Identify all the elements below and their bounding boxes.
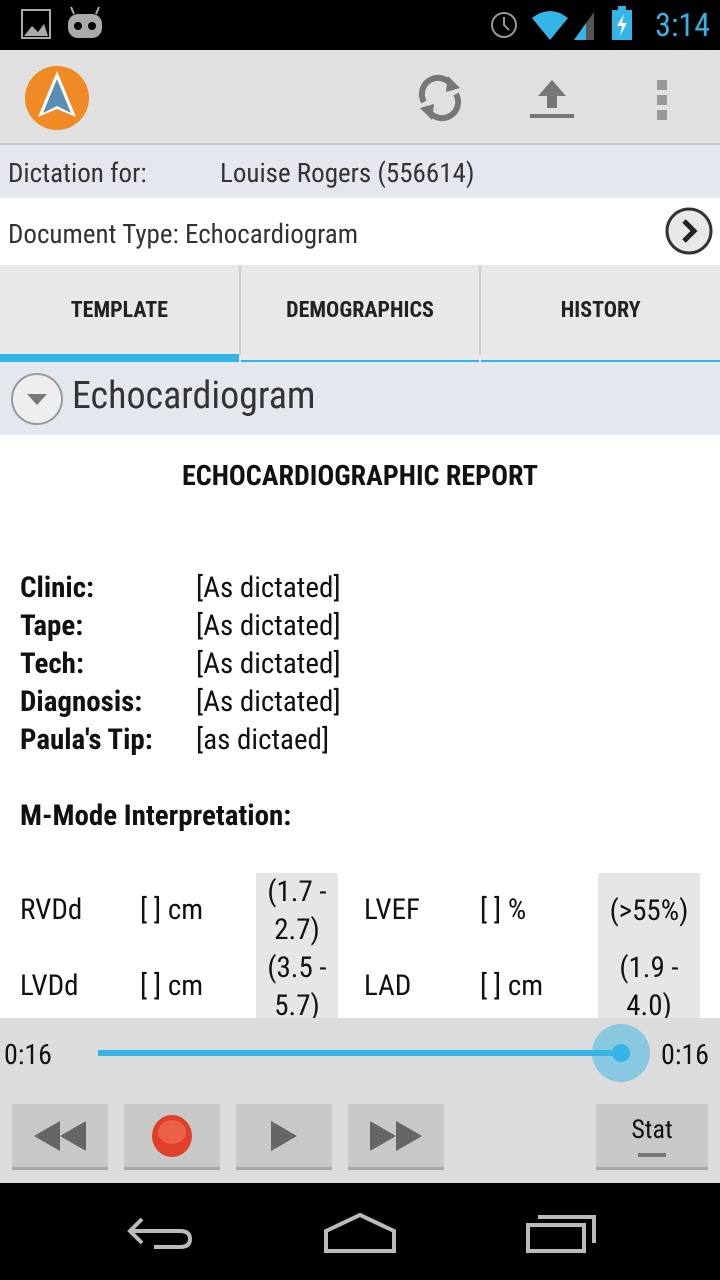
measure-value: [ ] % <box>480 893 527 927</box>
record-button[interactable] <box>124 1104 220 1170</box>
back-icon[interactable] <box>124 1213 194 1253</box>
play-icon <box>271 1120 297 1151</box>
upload-icon[interactable] <box>526 76 578 120</box>
report-content[interactable]: ECHOCARDIOGRAPHIC REPORT Clinic: [As dic… <box>0 435 720 1018</box>
record-icon <box>152 1114 192 1157</box>
field-label: Clinic: <box>20 571 94 605</box>
section-title: Echocardiogram <box>72 374 316 418</box>
rewind-icon <box>34 1120 86 1151</box>
tab-bar: TEMPLATE DEMOGRAPHICS HISTORY <box>0 265 720 362</box>
normal-range: (1.7 -2.7) <box>256 873 338 949</box>
field-label: Diagnosis: <box>20 685 143 719</box>
rewind-button[interactable] <box>12 1104 108 1170</box>
field-value: [As dictated] <box>196 571 341 605</box>
seek-thumb[interactable] <box>592 1024 650 1082</box>
seek-bar[interactable] <box>98 1050 622 1056</box>
overflow-menu-icon[interactable] <box>654 78 670 122</box>
alarm-icon <box>491 12 517 38</box>
total-time: 0:16 <box>661 1038 710 1071</box>
measure-value: [ ] cm <box>480 969 544 1003</box>
field-value: [as dictaed] <box>196 723 330 757</box>
tab-label: DEMOGRAPHICS <box>286 297 434 323</box>
stat-button[interactable]: Stat <box>596 1104 708 1170</box>
recent-apps-icon[interactable] <box>524 1211 600 1255</box>
tab-label: HISTORY <box>560 297 641 323</box>
section-header[interactable]: Echocardiogram <box>0 362 720 435</box>
mmode-heading: M-Mode Interpretation: <box>20 799 292 833</box>
navigation-bar <box>0 1183 720 1280</box>
field-value: [As dictated] <box>196 685 341 719</box>
collapse-icon[interactable] <box>10 372 64 426</box>
field-label: Tape: <box>20 609 84 643</box>
home-icon[interactable] <box>322 1211 398 1255</box>
normal-range: (1.9 -4.0) <box>598 949 700 1018</box>
measure-label: LVEF <box>364 893 420 927</box>
field-label: Paula's Tip: <box>20 723 153 757</box>
report-title: ECHOCARDIOGRAPHIC REPORT <box>182 459 538 492</box>
action-bar <box>0 50 720 145</box>
stat-label: Stat <box>631 1114 673 1145</box>
tab-history[interactable]: HISTORY <box>481 265 720 362</box>
audio-player: 0:16 0:16 Stat <box>0 1018 720 1183</box>
measure-value: [ ] cm <box>140 893 204 927</box>
clock: 3:14 <box>655 6 710 44</box>
tab-demographics[interactable]: DEMOGRAPHICS <box>240 265 482 362</box>
dictation-label: Dictation for: <box>8 157 147 189</box>
app-logo[interactable] <box>24 65 90 131</box>
cyanogen-icon <box>68 6 102 38</box>
measure-value: [ ] cm <box>140 969 204 1003</box>
patient-name: Louise Rogers (556614) <box>220 157 475 189</box>
wifi-icon <box>532 11 594 40</box>
measure-label: LAD <box>364 969 412 1003</box>
document-type-row[interactable]: Document Type: Echocardiogram <box>0 198 720 265</box>
fast-forward-button[interactable] <box>348 1104 444 1170</box>
field-value: [As dictated] <box>196 647 341 681</box>
sync-icon[interactable] <box>414 72 466 124</box>
image-icon <box>21 9 51 39</box>
field-value: [As dictated] <box>196 609 341 643</box>
dictation-row: Dictation for: Louise Rogers (556614) <box>0 145 720 198</box>
play-button[interactable] <box>236 1104 332 1170</box>
fast-forward-icon <box>370 1120 422 1151</box>
tab-label: TEMPLATE <box>70 297 168 323</box>
elapsed-time: 0:16 <box>4 1038 53 1071</box>
normal-range: (>55%) <box>598 873 700 949</box>
measure-label: LVDd <box>20 969 79 1003</box>
field-label: Tech: <box>20 647 84 681</box>
stat-indicator <box>638 1152 666 1157</box>
measure-label: RVDd <box>20 893 83 927</box>
battery-charging-icon <box>612 6 632 40</box>
status-bar: 3:14 <box>0 0 720 50</box>
tab-template[interactable]: TEMPLATE <box>0 265 241 362</box>
chevron-right-icon[interactable] <box>664 206 714 256</box>
normal-range: (3.5 -5.7) <box>256 949 338 1018</box>
document-type-label: Document Type: Echocardiogram <box>8 218 359 250</box>
